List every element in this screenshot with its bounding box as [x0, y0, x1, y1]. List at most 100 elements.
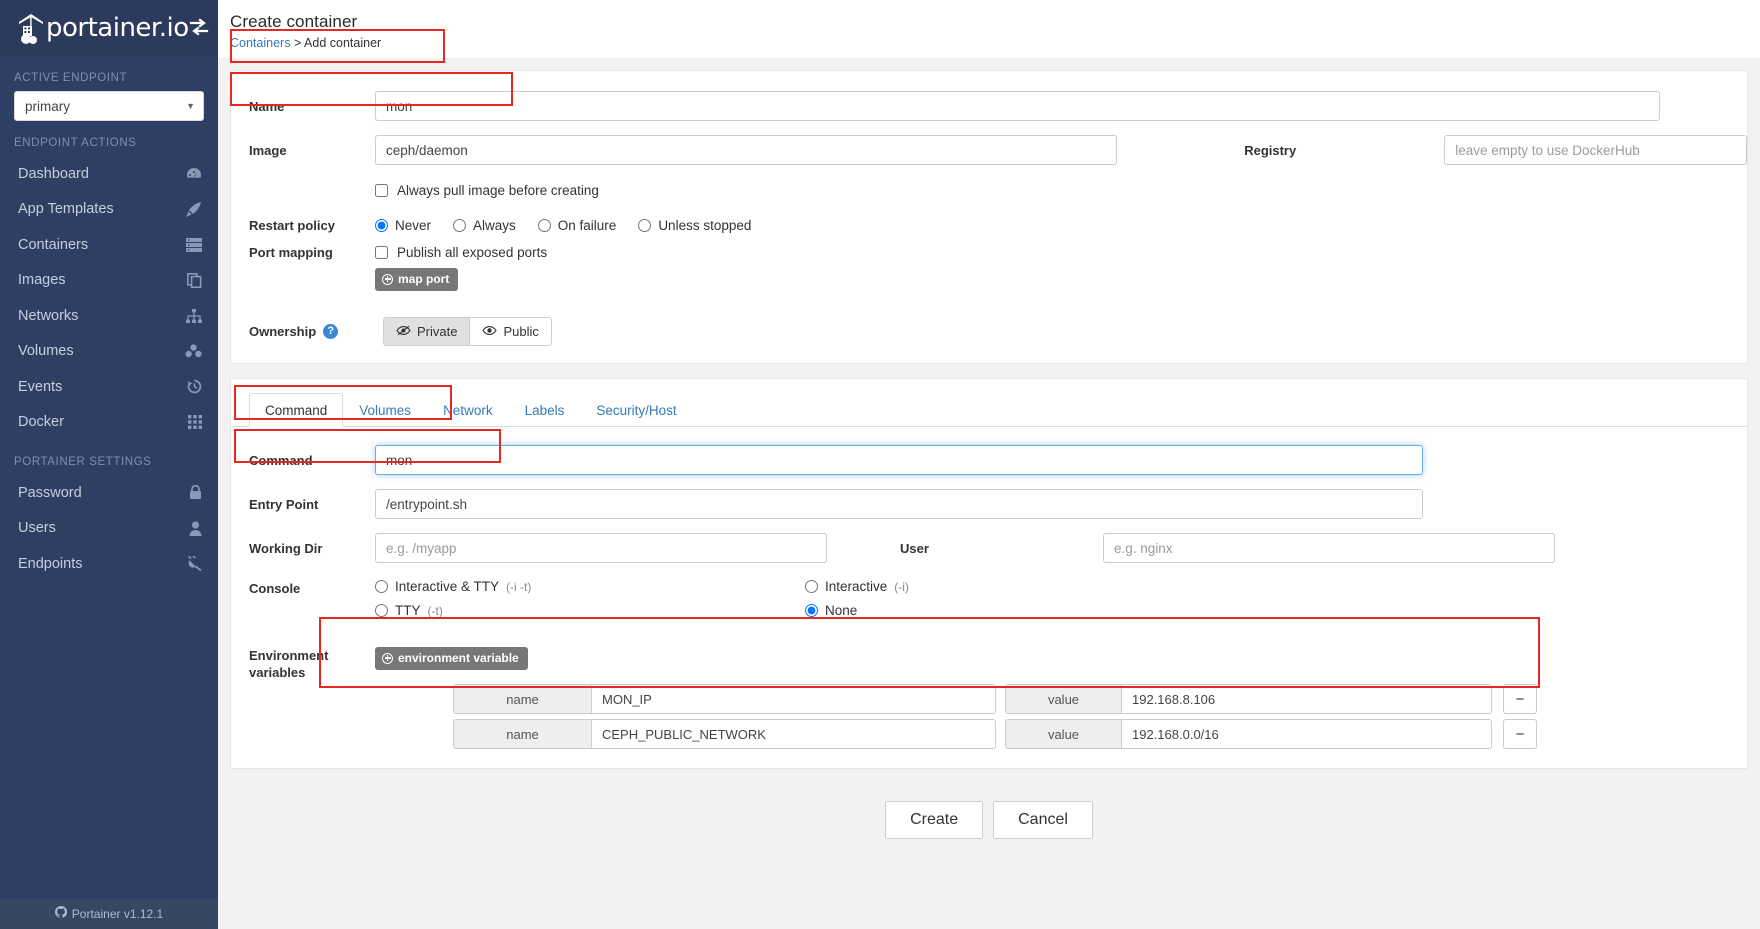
sidebar-item-endpoints[interactable]: Endpoints	[0, 546, 218, 582]
port-mapping-row: Port mapping Publish all exposed ports m…	[231, 245, 1747, 301]
command-tab-panel: Command Entry Point Working Dir User	[231, 427, 1747, 754]
command-row: Command	[231, 443, 1747, 477]
sidebar-item-password[interactable]: Password	[0, 475, 218, 511]
sidebar-item-containers[interactable]: Containers	[0, 227, 218, 263]
restart-option-never[interactable]: Never	[375, 218, 431, 233]
sidebar-item-images[interactable]: Images	[0, 263, 218, 299]
remove-env-var-button-0[interactable]: −	[1503, 684, 1537, 714]
plus-icon	[382, 274, 393, 285]
sidebar-item-events[interactable]: Events	[0, 369, 218, 405]
github-icon	[55, 906, 67, 921]
console-option-none[interactable]: None	[805, 603, 857, 618]
console-radio-none[interactable]	[805, 604, 818, 617]
entrypoint-input[interactable]	[375, 489, 1423, 519]
restart-radio-never[interactable]	[375, 219, 388, 232]
restart-label-unless-stopped: Unless stopped	[658, 218, 751, 233]
env-value-addon: value	[1005, 684, 1121, 714]
console-option-interactive-tty[interactable]: Interactive & TTY (-i -t)	[375, 579, 805, 594]
name-input[interactable]	[375, 91, 1660, 121]
restart-option-unless-stopped[interactable]: Unless stopped	[638, 218, 751, 233]
tab-labels[interactable]: Labels	[509, 393, 581, 427]
console-radio-interactive-tty[interactable]	[375, 580, 388, 593]
console-label-tty: TTY	[395, 603, 421, 618]
breadcrumb-current: Add container	[304, 36, 381, 50]
publish-all-checkbox-row[interactable]: Publish all exposed ports	[375, 245, 547, 260]
restart-radio-on-failure[interactable]	[538, 219, 551, 232]
env-vars-label-line1: Environment	[249, 647, 375, 664]
env-name-input-1[interactable]	[591, 719, 996, 749]
env-value-input-0[interactable]	[1121, 684, 1492, 714]
add-environment-variable-button[interactable]: environment variable	[375, 647, 528, 670]
restart-option-always[interactable]: Always	[453, 218, 516, 233]
cancel-button[interactable]: Cancel	[993, 801, 1093, 839]
sidebar-item-dashboard[interactable]: Dashboard	[0, 156, 218, 192]
always-pull-checkbox[interactable]	[375, 184, 388, 197]
map-port-button-label: map port	[398, 272, 449, 286]
portainer-crane-logo-icon	[18, 13, 44, 43]
breadcrumb-separator: >	[294, 36, 301, 50]
image-row: Image Registry	[231, 133, 1747, 167]
command-input[interactable]	[375, 445, 1423, 475]
tab-network[interactable]: Network	[427, 393, 509, 427]
grid-icon	[188, 415, 202, 429]
image-input[interactable]	[375, 135, 1117, 165]
sidebar: portainer.io ACTIVE ENDPOINT primary ▼ E…	[0, 0, 218, 929]
rocket-icon	[186, 202, 202, 217]
sidebar-item-docker[interactable]: Docker	[0, 405, 218, 441]
always-pull-checkbox-row[interactable]: Always pull image before creating	[375, 183, 599, 198]
tab-security-host[interactable]: Security/Host	[580, 393, 692, 427]
restart-option-on-failure[interactable]: On failure	[538, 218, 617, 233]
console-radio-tty[interactable]	[375, 604, 388, 617]
env-value-input-1[interactable]	[1121, 719, 1492, 749]
sidebar-brand[interactable]: portainer.io	[46, 15, 189, 41]
eye-slash-icon	[396, 324, 411, 339]
server-icon	[186, 238, 202, 252]
sidebar-item-label: Dashboard	[18, 166, 89, 182]
sidebar-item-users[interactable]: Users	[0, 511, 218, 547]
advanced-settings-panel: Command Volumes Network Labels Security/…	[230, 378, 1748, 769]
plug-icon	[187, 556, 202, 571]
tab-volumes[interactable]: Volumes	[343, 393, 427, 427]
registry-input[interactable]	[1444, 135, 1747, 165]
console-radio-interactive[interactable]	[805, 580, 818, 593]
restart-label-never: Never	[395, 218, 431, 233]
create-button[interactable]: Create	[885, 801, 983, 839]
console-label-interactive: Interactive	[825, 579, 887, 594]
sidebar-item-label: Containers	[18, 237, 88, 253]
console-row: Console Interactive & TTY (-i -t)	[231, 579, 1747, 637]
form-actions: Create Cancel	[230, 783, 1748, 839]
publish-all-label: Publish all exposed ports	[397, 245, 547, 260]
map-port-button[interactable]: map port	[375, 268, 458, 291]
sidebar-item-label: Users	[18, 520, 56, 536]
tab-command[interactable]: Command	[249, 393, 343, 427]
env-var-row: name value −	[453, 684, 1537, 714]
endpoint-select[interactable]: primary ▼	[14, 91, 204, 121]
breadcrumb: Containers > Add container	[230, 36, 1760, 50]
restart-policy-row: Restart policy Never Always On failur	[231, 205, 1747, 245]
user-input[interactable]	[1103, 533, 1555, 563]
restart-radio-always[interactable]	[453, 219, 466, 232]
workingdir-input[interactable]	[375, 533, 827, 563]
remove-env-var-button-1[interactable]: −	[1503, 719, 1537, 749]
publish-all-checkbox[interactable]	[375, 246, 388, 259]
console-option-tty[interactable]: TTY (-t)	[375, 603, 805, 618]
app-root: portainer.io ACTIVE ENDPOINT primary ▼ E…	[0, 0, 1760, 929]
collapse-sidebar-icon[interactable]	[189, 18, 209, 39]
sidebar-item-volumes[interactable]: Volumes	[0, 334, 218, 370]
env-vars-table: name value − name	[453, 684, 1537, 749]
ownership-private-button[interactable]: Private	[383, 317, 470, 346]
breadcrumb-link-containers[interactable]: Containers	[230, 36, 290, 50]
page-header: Create container Containers > Add contai…	[218, 0, 1760, 58]
restart-radio-unless-stopped[interactable]	[638, 219, 651, 232]
sidebar-item-networks[interactable]: Networks	[0, 298, 218, 334]
sidebar-item-app-templates[interactable]: App Templates	[0, 192, 218, 228]
always-pull-row: Always pull image before creating	[231, 175, 1747, 205]
ownership-public-button[interactable]: Public	[470, 317, 551, 346]
console-option-interactive[interactable]: Interactive (-i)	[805, 579, 909, 594]
env-name-input-0[interactable]	[591, 684, 996, 714]
help-icon[interactable]: ?	[323, 324, 338, 339]
version-bar[interactable]: Portainer v1.12.1	[0, 899, 218, 929]
chevron-down-icon: ▼	[186, 101, 195, 111]
user-icon	[189, 521, 202, 536]
name-row: Name	[231, 89, 1747, 123]
